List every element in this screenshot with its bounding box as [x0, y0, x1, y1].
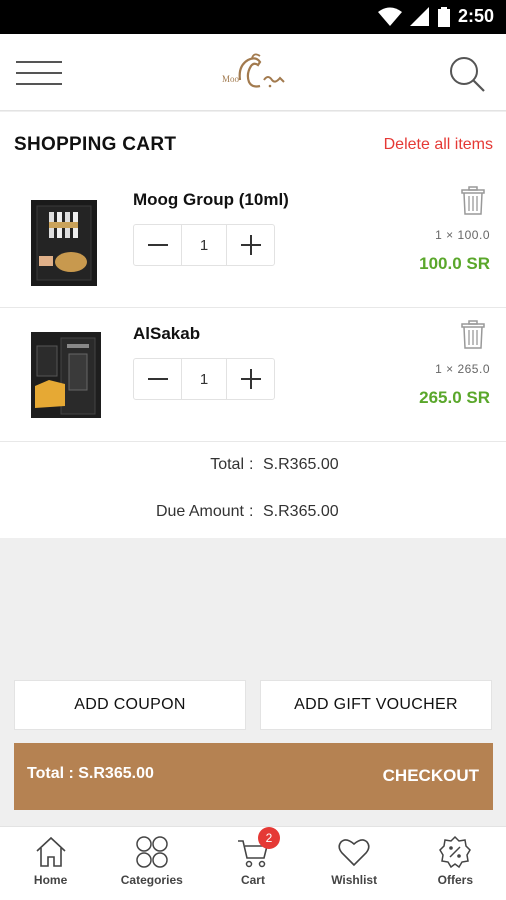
checkout-button[interactable]: CHECKOUT: [383, 766, 479, 786]
search-button[interactable]: [446, 54, 488, 94]
cart-item: Moog Group (10ml) 1 1 × 100.0 100.0 SR: [0, 176, 506, 308]
total-label: Total: [210, 456, 244, 473]
decrease-button[interactable]: [134, 359, 181, 399]
add-gift-voucher-button[interactable]: ADD GIFT VOUCHER: [260, 680, 492, 730]
bottom-nav: Home Categories Cart Wishlist Offers 2: [0, 826, 506, 900]
menu-button[interactable]: [16, 58, 62, 88]
logo: Moo: [218, 52, 290, 94]
quantity-stepper: 1: [133, 358, 275, 400]
remove-item-button[interactable]: [461, 186, 485, 216]
product-image[interactable]: [31, 332, 101, 418]
checkout-bar: Total : S.R365.00 CHECKOUT: [14, 743, 493, 810]
due-amount-label: Due Amount: [155, 503, 244, 520]
remove-item-button[interactable]: [461, 320, 485, 350]
plus-icon: [240, 369, 261, 389]
battery-icon: [437, 6, 450, 27]
nav-home[interactable]: Home: [0, 827, 101, 900]
home-icon: [36, 836, 66, 867]
colon: :: [249, 503, 254, 520]
wifi-icon: [377, 7, 402, 26]
signal-icon: [409, 6, 429, 26]
line-total: 100.0 SR: [419, 254, 490, 273]
logo-text: Moo: [222, 74, 240, 84]
nav-wishlist[interactable]: Wishlist: [304, 827, 405, 900]
cart-item: AlSakab 1 1 × 265.0 265.0 SR: [0, 310, 506, 442]
product-name[interactable]: Moog Group (10ml): [133, 190, 289, 210]
plus-icon: [240, 235, 261, 255]
minus-icon: [147, 378, 168, 380]
product-image[interactable]: [31, 200, 101, 286]
quantity-value[interactable]: 1: [181, 359, 227, 399]
horse-logo-icon: [238, 53, 285, 88]
cart-content: SHOPPING CART Delete all items Moog Grou…: [0, 112, 506, 538]
increase-button[interactable]: [227, 359, 274, 399]
heart-icon: [338, 839, 370, 867]
colon: :: [249, 456, 254, 473]
cart-count-badge: 2: [258, 827, 280, 849]
product-name[interactable]: AlSakab: [133, 324, 200, 344]
trash-icon: [461, 320, 485, 349]
delete-all-button[interactable]: Delete all items: [384, 136, 493, 154]
quantity-value[interactable]: 1: [181, 225, 227, 265]
search-icon: [450, 57, 485, 92]
total-value: S.R365.00: [263, 456, 339, 473]
status-bar: 2:50: [0, 0, 506, 34]
decrease-button[interactable]: [134, 225, 181, 265]
categories-icon: [136, 836, 168, 868]
line-total: 265.0 SR: [419, 388, 490, 407]
app-bar: Moo: [0, 34, 506, 111]
unit-price: 1 × 100.0: [435, 228, 490, 242]
increase-button[interactable]: [227, 225, 274, 265]
nav-label: Home: [33, 873, 68, 887]
minus-icon: [147, 244, 168, 246]
quantity-stepper: 1: [133, 224, 275, 266]
add-coupon-button[interactable]: ADD COUPON: [14, 680, 246, 730]
status-icons: 2:50: [377, 6, 494, 27]
nav-label: Wishlist: [331, 873, 378, 887]
status-time: 2:50: [457, 6, 494, 26]
page-title: SHOPPING CART: [14, 134, 177, 155]
offers-icon: [439, 835, 472, 869]
trash-icon: [461, 186, 485, 215]
due-amount-row: Due Amount : S.R365.00: [0, 503, 506, 529]
checkout-total: Total : S.R365.00: [27, 765, 154, 782]
nav-cart[interactable]: Cart: [202, 827, 303, 900]
nav-label: Categories: [120, 873, 183, 887]
total-row: Total : S.R365.00: [0, 456, 506, 482]
nav-label: Cart: [240, 873, 265, 887]
due-amount-value: S.R365.00: [263, 503, 339, 520]
unit-price: 1 × 265.0: [435, 362, 490, 376]
nav-label: Offers: [437, 873, 474, 887]
nav-categories[interactable]: Categories: [101, 827, 202, 900]
nav-offers[interactable]: Offers: [405, 827, 506, 900]
